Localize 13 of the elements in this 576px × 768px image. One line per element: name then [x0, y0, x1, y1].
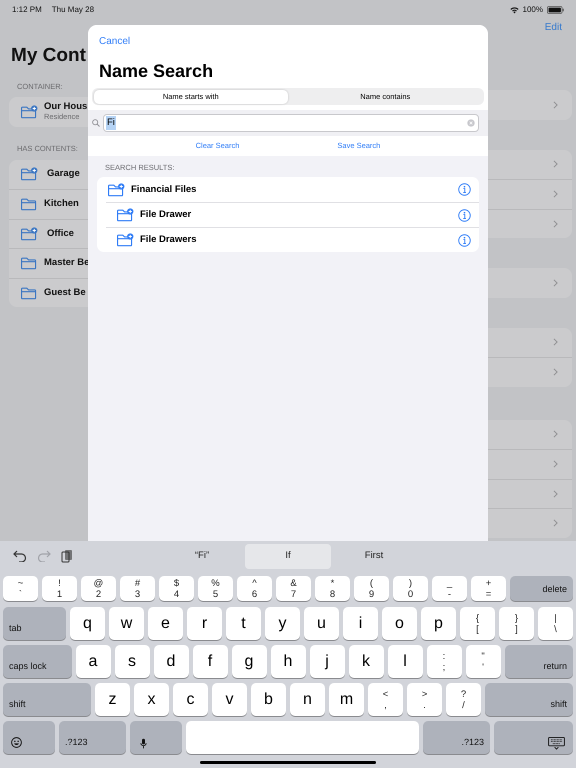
status-date: Thu May 28	[52, 4, 94, 16]
content-name: Office	[47, 226, 74, 241]
result-name: Financial Files	[131, 182, 196, 197]
content-name: Kitchen	[44, 197, 79, 212]
content-name: Guest Be	[44, 286, 86, 300]
container-name: Our Hous	[44, 102, 88, 112]
battery-percent: 100%	[522, 4, 543, 16]
page-title: My Cont	[10, 44, 86, 68]
result-name: File Drawer	[140, 208, 192, 222]
sheet-title: Name Search	[99, 60, 214, 82]
status-time: 1:12 PM	[12, 4, 42, 16]
content-name: Garage	[47, 167, 80, 182]
result-name: File Drawers	[140, 233, 196, 248]
